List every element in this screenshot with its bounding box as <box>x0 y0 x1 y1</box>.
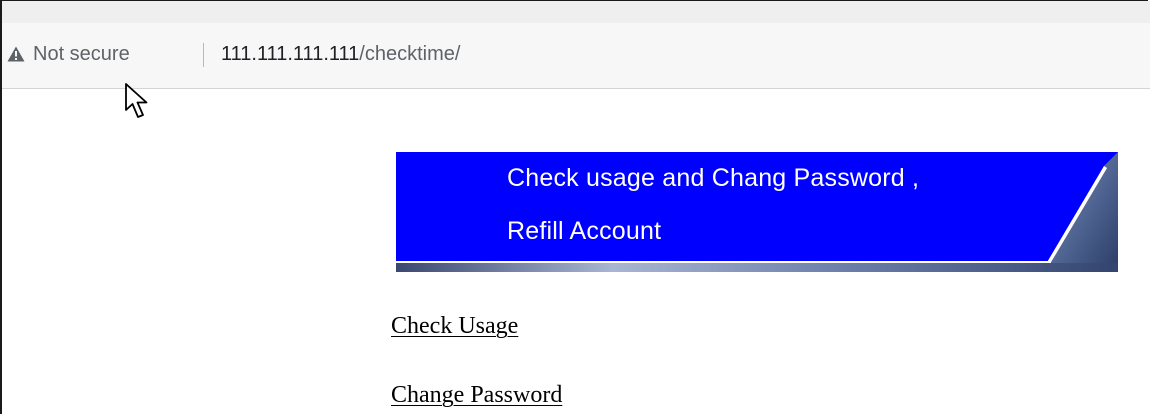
address-bar-divider <box>203 43 204 67</box>
banner-title-line2: Refill Account <box>507 217 662 245</box>
page-header-banner: Check usage and Chang Password , Refill … <box>396 152 1118 272</box>
url-path: /checktime/ <box>359 43 461 65</box>
check-usage-link[interactable]: Check Usage <box>391 313 518 340</box>
mouse-cursor-icon <box>125 83 148 118</box>
warning-triangle-icon[interactable] <box>7 46 25 62</box>
change-password-link[interactable]: Change Password <box>391 382 562 409</box>
banner-title-line1: Check usage and Chang Password , <box>507 164 920 192</box>
security-status-label[interactable]: Not secure <box>33 40 130 68</box>
address-bar[interactable] <box>2 23 1150 89</box>
tab-strip <box>2 1 1150 23</box>
url-host: 111.111.111.111 <box>221 43 360 65</box>
url-text[interactable]: 111.111.111.111/checktime/ <box>221 40 460 68</box>
